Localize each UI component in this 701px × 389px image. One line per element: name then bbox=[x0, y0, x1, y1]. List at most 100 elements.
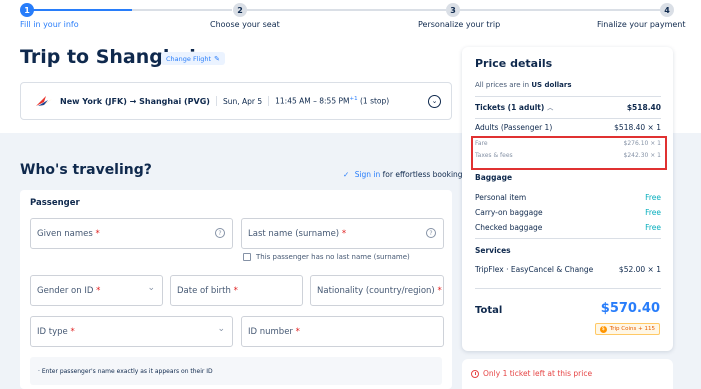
no-last-name-checkbox[interactable] bbox=[243, 253, 251, 261]
services-heading: Services bbox=[475, 246, 661, 255]
price-alert-card: Only 1 ticket left at this price bbox=[462, 359, 673, 389]
personal-item-value: Free bbox=[645, 193, 661, 202]
gender-placeholder: Gender on ID bbox=[37, 285, 94, 296]
id-number-field[interactable]: ID number * bbox=[241, 316, 444, 347]
last-name-field[interactable]: Last name (surname) * ? bbox=[241, 218, 444, 249]
day-offset: +1 bbox=[349, 96, 358, 103]
tickets-row[interactable]: Tickets (1 adult) ︿ $518.40 bbox=[475, 103, 661, 112]
given-names-field[interactable]: Given names * ? bbox=[30, 218, 233, 249]
step-1-circle[interactable]: 1 bbox=[20, 3, 34, 17]
required-mark: * bbox=[295, 326, 300, 337]
no-last-name-label: This passenger has no last name (surname… bbox=[256, 253, 410, 261]
baggage-heading: Baggage bbox=[475, 173, 661, 182]
checked-baggage-value: Free bbox=[645, 223, 661, 232]
step-1-label[interactable]: Fill in your info bbox=[20, 20, 79, 29]
baggage-title: Baggage bbox=[475, 173, 513, 182]
carry-on-row: Carry-on baggage Free bbox=[475, 208, 661, 217]
personal-item-label: Personal item bbox=[475, 193, 527, 202]
divider bbox=[475, 96, 661, 97]
services-title: Services bbox=[475, 246, 511, 255]
total-value: $570.40 bbox=[600, 301, 660, 316]
required-mark: * bbox=[233, 285, 238, 296]
step-4-label: Finalize your payment bbox=[597, 20, 686, 29]
flight-time-range: 11:45 AM – 8:55 PM bbox=[275, 96, 350, 106]
step-2-label: Choose your seat bbox=[210, 20, 280, 29]
carry-on-label: Carry-on baggage bbox=[475, 208, 543, 217]
edit-icon: ✎ bbox=[214, 54, 220, 63]
service-value: $52.00 × 1 bbox=[618, 265, 661, 274]
coin-icon: $ bbox=[599, 325, 607, 333]
currency-name: US dollars bbox=[531, 81, 572, 89]
stepper-track bbox=[460, 9, 660, 11]
flight-date: Sun, Apr 5 bbox=[222, 96, 263, 106]
trip-coins-badge: $ Trip Coins + 115 bbox=[594, 323, 660, 335]
expand-flight-button[interactable]: ⌄ bbox=[428, 95, 441, 108]
change-flight-label: Change Flight bbox=[166, 54, 212, 63]
checkmark-icon: ✓ bbox=[343, 170, 350, 179]
no-last-name-option[interactable]: This passenger has no last name (surname… bbox=[243, 253, 410, 261]
divider bbox=[215, 96, 217, 106]
flight-summary-card[interactable]: New York (JFK) → Shanghai (PVG) Sun, Apr… bbox=[20, 82, 452, 120]
travelers-heading: Who's traveling? bbox=[20, 162, 152, 178]
step-2-circle: 2 bbox=[233, 3, 247, 17]
date-of-birth-field[interactable]: Date of birth * bbox=[170, 275, 303, 306]
adults-label: Adults (Passenger 1) bbox=[475, 123, 553, 132]
required-mark: * bbox=[70, 326, 75, 337]
change-flight-button[interactable]: Change Flight ✎ bbox=[161, 52, 225, 65]
clock-icon bbox=[471, 369, 479, 378]
nationality-select[interactable]: Nationality (country/region) * bbox=[310, 275, 444, 306]
checked-baggage-label: Checked baggage bbox=[475, 223, 543, 232]
fare-breakdown-highlight bbox=[471, 136, 667, 170]
flight-time: 11:45 AM – 8:55 PM+1 (1 stop) bbox=[275, 96, 389, 106]
tickets-label: Tickets (1 adult) bbox=[475, 103, 545, 112]
required-mark: * bbox=[341, 228, 347, 239]
service-name: TripFlex · EasyCancel & Change bbox=[475, 265, 594, 274]
sign-in-prompt: ✓ Sign in for effortless booking bbox=[343, 170, 463, 179]
currency-note-prefix: All prices are in bbox=[475, 81, 530, 89]
id-number-placeholder: ID number bbox=[248, 326, 293, 337]
total-label: Total bbox=[475, 305, 503, 316]
flight-route: New York (JFK) → Shanghai (PVG) bbox=[60, 96, 210, 106]
given-names-placeholder: Given names bbox=[37, 228, 93, 239]
currency-note: All prices are in US dollars bbox=[475, 81, 571, 89]
chevron-down-icon: ⌄ bbox=[147, 283, 155, 293]
price-alert-text: Only 1 ticket left at this price bbox=[483, 369, 593, 378]
carry-on-value: Free bbox=[645, 208, 661, 217]
checked-baggage-row: Checked baggage Free bbox=[475, 223, 661, 232]
price-details-title: Price details bbox=[475, 57, 553, 70]
adults-row: Adults (Passenger 1) $518.40 × 1 bbox=[475, 123, 661, 132]
step-3-circle: 3 bbox=[446, 3, 460, 17]
stepper-track bbox=[132, 9, 232, 11]
price-alert: Only 1 ticket left at this price bbox=[471, 369, 592, 378]
help-icon[interactable]: ? bbox=[426, 228, 436, 238]
gender-select[interactable]: Gender on ID * ⌄ bbox=[30, 275, 163, 306]
flight-stops: (1 stop) bbox=[359, 96, 390, 106]
stepper-track bbox=[246, 9, 446, 11]
required-mark: * bbox=[437, 285, 442, 296]
divider bbox=[475, 288, 661, 289]
passenger-form-card: Passenger Given names * ? Last name (sur… bbox=[20, 190, 452, 389]
chevron-down-icon: ⌄ bbox=[431, 97, 438, 105]
last-name-placeholder: Last name (surname) bbox=[248, 228, 340, 239]
progress-stepper: 1 Fill in your info 2 Choose your seat 3… bbox=[0, 0, 701, 32]
sign-in-link[interactable]: Sign in bbox=[355, 170, 381, 179]
divider bbox=[475, 238, 661, 239]
tickets-total: $518.40 bbox=[626, 103, 661, 112]
service-row: TripFlex · EasyCancel & Change $52.00 × … bbox=[475, 265, 661, 274]
stepper-track-done bbox=[28, 9, 132, 11]
divider bbox=[268, 96, 270, 106]
id-type-select[interactable]: ID type * ⌄ bbox=[30, 316, 233, 347]
nationality-placeholder: Nationality (country/region) bbox=[317, 285, 435, 296]
passenger-section-label: Passenger bbox=[30, 198, 80, 208]
step-3-label: Personalize your trip bbox=[418, 20, 501, 29]
sign-in-text: for effortless booking bbox=[382, 170, 463, 179]
price-details-card: Price details All prices are in US dolla… bbox=[462, 47, 673, 351]
chevron-up-icon[interactable]: ︿ bbox=[547, 105, 553, 112]
chevron-down-icon: ⌄ bbox=[217, 324, 225, 334]
divider bbox=[475, 118, 661, 119]
trip-coins-text: Trip Coins + 115 bbox=[609, 326, 655, 332]
name-hint-note: · Enter passenger's name exactly as it a… bbox=[30, 357, 442, 385]
step-4-circle: 4 bbox=[660, 3, 674, 17]
help-icon[interactable]: ? bbox=[215, 228, 225, 238]
airline-logo-icon bbox=[36, 96, 52, 107]
